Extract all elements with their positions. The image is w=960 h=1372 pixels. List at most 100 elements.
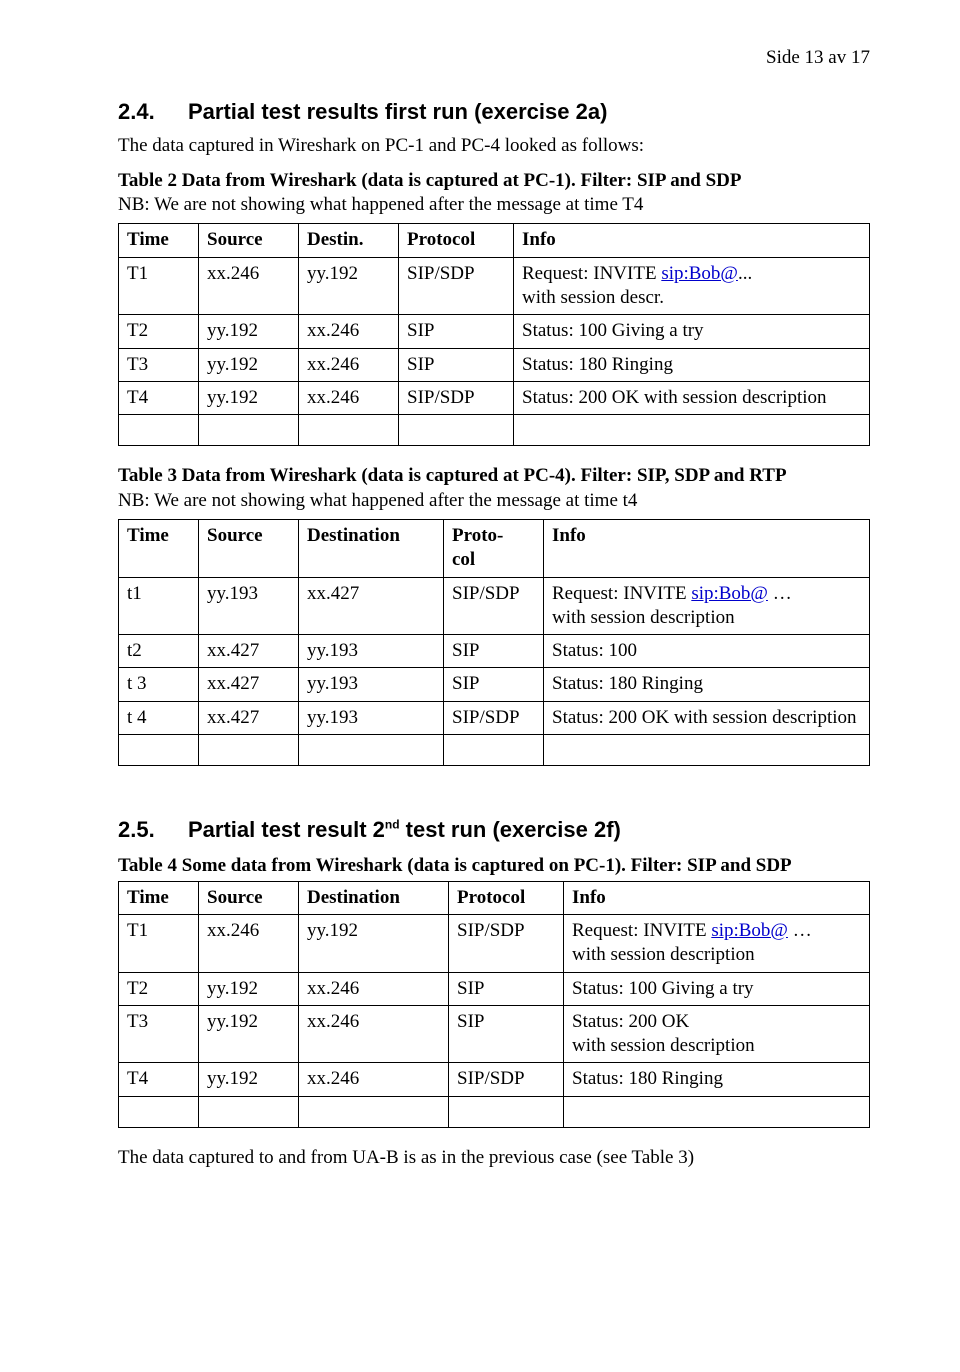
cell: t 4 [119,701,199,734]
text: … [768,583,792,604]
cell: T4 [119,381,199,414]
table-row: T3 yy.192 xx.246 SIP Status: 200 OK with… [119,1005,870,1063]
cell: SIP [449,972,564,1005]
table-row: t1 yy.193 xx.427 SIP/SDP Request: INVITE… [119,577,870,635]
col-protocol: Protocol [399,224,514,257]
section-24-heading: 2.4.Partial test results first run (exer… [118,98,870,126]
cell: Status: 200 OK with session description [564,1005,870,1063]
cell: T3 [119,1005,199,1063]
table-row: t 4 xx.427 yy.193 SIP/SDP Status: 200 OK… [119,701,870,734]
cell: xx.246 [199,914,299,972]
table2-note: NB: We are not showing what happened aft… [118,193,870,217]
cell: Status: 180 Ringing [564,1063,870,1096]
cell: Status: 100 Giving a try [514,315,870,348]
cell: SIP/SDP [449,1063,564,1096]
text: Proto- [452,525,503,546]
cell: SIP [399,315,514,348]
superscript-nd: nd [385,818,400,832]
cell: SIP/SDP [444,701,544,734]
cell: t2 [119,635,199,668]
section-25-number: 2.5. [118,816,188,844]
cell: SIP [444,635,544,668]
text: with session description [552,607,735,628]
sip-link[interactable]: sip:Bob@ [711,920,788,941]
table-row-empty [119,1096,870,1127]
page: Side 13 av 17 2.4.Partial test results f… [0,0,960,1372]
sip-link[interactable]: sip:Bob@ [661,263,738,284]
cell: yy.192 [299,914,449,972]
table-row: T1 xx.246 yy.192 SIP/SDP Request: INVITE… [119,257,870,315]
table-row: T1 xx.246 yy.192 SIP/SDP Request: INVITE… [119,914,870,972]
col-info: Info [544,519,870,577]
cell: SIP/SDP [449,914,564,972]
table3-note: NB: We are not showing what happened aft… [118,489,870,513]
section-25-heading: 2.5.Partial test result 2nd test run (ex… [118,816,870,844]
col-time: Time [119,224,199,257]
cell: SIP [444,668,544,701]
text: ... [738,263,752,284]
text: Request: INVITE [552,583,691,604]
footnote: The data captured to and from UA-B is as… [118,1146,870,1170]
table-row: Time Source Destin. Protocol Info [119,224,870,257]
text: … [788,920,812,941]
table-row: T3 yy.192 xx.246 SIP Status: 180 Ringing [119,348,870,381]
section-25-title-b: test run (exercise 2f) [400,817,621,842]
text: Request: INVITE [572,920,711,941]
table-row: Time Source Destination Proto-col Info [119,519,870,577]
cell: Status: 180 Ringing [544,668,870,701]
cell: xx.246 [299,348,399,381]
cell: Status: 100 [544,635,870,668]
col-destination: Destination [299,881,449,914]
text: col [452,549,475,570]
cell: xx.427 [199,668,299,701]
table4-caption: Table 4 Some data from Wireshark (data i… [118,854,870,878]
cell: SIP [399,348,514,381]
cell: SIP [449,1005,564,1063]
text: Request: INVITE [522,263,661,284]
table-4: Time Source Destination Protocol Info T1… [118,881,870,1128]
cell: Status: 100 Giving a try [564,972,870,1005]
col-info: Info [514,224,870,257]
table-row: T2 yy.192 xx.246 SIP Status: 100 Giving … [119,972,870,1005]
col-time: Time [119,881,199,914]
table3-caption: Table 3 Data from Wireshark (data is cap… [118,464,870,488]
cell: Request: INVITE sip:Bob@ … with session … [544,577,870,635]
sip-link[interactable]: sip:Bob@ [691,583,768,604]
table-row: t 3 xx.427 yy.193 SIP Status: 180 Ringin… [119,668,870,701]
table-2: Time Source Destin. Protocol Info T1 xx.… [118,223,870,446]
table-row: T2 yy.192 xx.246 SIP Status: 100 Giving … [119,315,870,348]
table-row-empty [119,735,870,766]
cell: xx.246 [299,1063,449,1096]
cell: yy.193 [299,668,444,701]
table2-caption: Table 2 Data from Wireshark (data is cap… [118,169,870,193]
cell: xx.246 [299,381,399,414]
cell: xx.246 [299,1005,449,1063]
section-24-intro: The data captured in Wireshark on PC-1 a… [118,134,870,158]
table-3: Time Source Destination Proto-col Info t… [118,519,870,766]
cell: yy.193 [199,577,299,635]
cell: yy.193 [299,701,444,734]
cell: Status: 200 OK with session description [514,381,870,414]
col-source: Source [199,881,299,914]
col-destination: Destination [299,519,444,577]
col-protocol: Proto-col [444,519,544,577]
col-source: Source [199,224,299,257]
section-24-title: Partial test results first run (exercise… [188,99,607,124]
cell: Request: INVITE sip:Bob@... with session… [514,257,870,315]
table-row: T4 yy.192 xx.246 SIP/SDP Status: 200 OK … [119,381,870,414]
table-row-empty [119,415,870,446]
text: with session descr. [522,287,664,308]
cell: SIP/SDP [399,381,514,414]
text: Status: 200 OK [572,1011,689,1032]
cell: SIP/SDP [399,257,514,315]
cell: yy.192 [199,348,299,381]
section-25-title-a: Partial test result 2 [188,817,385,842]
cell: T1 [119,257,199,315]
col-info: Info [564,881,870,914]
col-destin: Destin. [299,224,399,257]
cell: SIP/SDP [444,577,544,635]
cell: T2 [119,972,199,1005]
text: with session description [572,944,755,965]
col-protocol: Protocol [449,881,564,914]
cell: xx.427 [199,701,299,734]
